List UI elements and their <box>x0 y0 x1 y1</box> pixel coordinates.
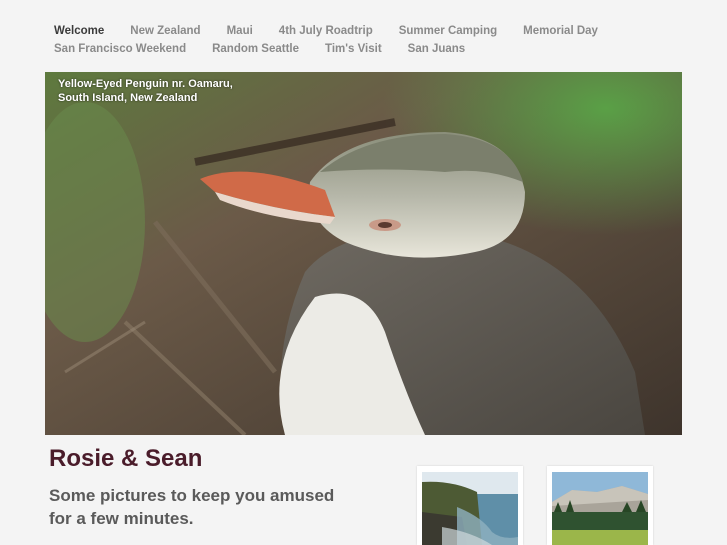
nav-item-4th-july-roadtrip[interactable]: 4th July Roadtrip <box>279 22 373 40</box>
nav-item-maui[interactable]: Maui <box>227 22 253 40</box>
penguin-photo <box>45 72 682 435</box>
nav-item-new-zealand[interactable]: New Zealand <box>130 22 200 40</box>
nav-row-1: Welcome New Zealand Maui 4th July Roadtr… <box>54 22 694 40</box>
nav-item-welcome[interactable]: Welcome <box>54 22 104 40</box>
caption-line-1: Yellow-Eyed Penguin nr. Oamaru, <box>58 78 233 90</box>
main-nav: Welcome New Zealand Maui 4th July Roadtr… <box>54 22 694 58</box>
thumbnail-coast[interactable] <box>417 466 523 545</box>
hero-image: Yellow-Eyed Penguin nr. Oamaru, South Is… <box>45 72 682 435</box>
coast-photo <box>422 472 518 545</box>
nav-item-tims-visit[interactable]: Tim's Visit <box>325 40 382 58</box>
nav-item-memorial-day[interactable]: Memorial Day <box>523 22 598 40</box>
nav-item-san-juans[interactable]: San Juans <box>408 40 466 58</box>
nav-row-2: San Francisco Weekend Random Seattle Tim… <box>54 40 694 58</box>
hero-caption: Yellow-Eyed Penguin nr. Oamaru, South Is… <box>58 77 233 105</box>
caption-line-2: South Island, New Zealand <box>58 92 198 104</box>
nav-item-san-francisco-weekend[interactable]: San Francisco Weekend <box>54 40 186 58</box>
thumbnail-mountain[interactable] <box>547 466 653 545</box>
site-tagline: Some pictures to keep you amused for a f… <box>49 486 335 528</box>
nav-item-random-seattle[interactable]: Random Seattle <box>212 40 299 58</box>
mountain-photo <box>552 472 648 545</box>
nav-item-summer-camping[interactable]: Summer Camping <box>399 22 497 40</box>
site-title: Rosie & Sean <box>49 445 203 472</box>
